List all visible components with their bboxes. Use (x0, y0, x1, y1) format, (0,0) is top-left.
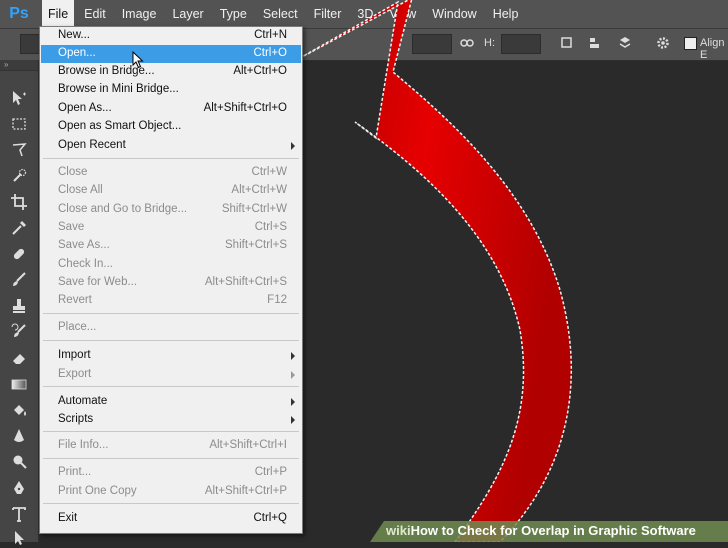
menu-item-save-as[interactable]: Save As... Shift+Ctrl+S (41, 237, 301, 255)
width-input[interactable] (412, 34, 452, 54)
move-tool-icon[interactable] (9, 88, 29, 108)
paint-bucket-tool-icon[interactable] (9, 400, 29, 420)
crop-tool-icon[interactable] (9, 192, 29, 212)
menu-filter[interactable]: Filter (306, 0, 350, 28)
history-brush-tool-icon[interactable] (9, 322, 29, 342)
height-input[interactable] (501, 34, 541, 54)
menu-separator (43, 340, 299, 341)
menu-item-open-as-smart-object[interactable]: Open as Smart Object... (41, 118, 301, 136)
tool-preset-picker[interactable] (20, 34, 40, 54)
toolbox-collapse-handle[interactable]: » (0, 60, 38, 71)
type-tool-icon[interactable] (9, 504, 29, 524)
menu-view[interactable]: View (381, 0, 424, 28)
menu-item-print[interactable]: Print... Ctrl+P (41, 464, 301, 482)
blur-tool-icon[interactable] (9, 426, 29, 446)
menu-item-place[interactable]: Place... (41, 319, 301, 337)
menu-item-import[interactable]: Import (41, 347, 301, 365)
link-icon[interactable] (460, 36, 474, 50)
menu-item-print-one-copy[interactable]: Print One Copy Alt+Shift+Ctrl+P (41, 483, 301, 501)
align-edges-label: Align E (700, 37, 725, 61)
eraser-tool-icon[interactable] (9, 348, 29, 368)
menu-item-open[interactable]: Open... Ctrl+O (41, 45, 301, 63)
menu-item-revert[interactable]: Revert F12 (41, 292, 301, 310)
menu-item-open-as[interactable]: Open As... Alt+Shift+Ctrl+O (41, 100, 301, 118)
menu-select[interactable]: Select (255, 0, 306, 28)
menu-separator (43, 458, 299, 459)
path-arrangement-icon[interactable] (618, 36, 632, 50)
menu-separator (43, 158, 299, 159)
menu-separator (43, 313, 299, 314)
menu-separator (43, 386, 299, 387)
path-operations-icon[interactable] (560, 36, 574, 50)
submenu-arrow-icon (291, 352, 295, 360)
height-label: H: (484, 37, 495, 49)
menu-layer[interactable]: Layer (164, 0, 211, 28)
menu-item-file-info[interactable]: File Info... Alt+Shift+Ctrl+I (41, 437, 301, 455)
menu-item-save-for-web[interactable]: Save for Web... Alt+Shift+Ctrl+S (41, 274, 301, 292)
watermark-brand: wiki (386, 523, 411, 538)
menu-item-close[interactable]: Close Ctrl+W (41, 164, 301, 182)
menu-item-close-all[interactable]: Close All Alt+Ctrl+W (41, 182, 301, 200)
menu-bar: Ps File Edit Image Layer Type Select Fil… (0, 0, 728, 29)
marquee-tool-icon[interactable] (9, 114, 29, 134)
menu-item-save[interactable]: Save Ctrl+S (41, 219, 301, 237)
submenu-arrow-icon (291, 398, 295, 406)
file-menu-dropdown: New... Ctrl+N Open... Ctrl+O Browse in Bri… (39, 26, 303, 534)
quick-selection-tool-icon[interactable] (9, 166, 29, 186)
photoshop-logo: Ps (9, 5, 29, 22)
submenu-arrow-icon (291, 371, 295, 379)
healing-brush-tool-icon[interactable] (9, 244, 29, 264)
submenu-arrow-icon (291, 416, 295, 424)
menu-file[interactable]: File (42, 0, 75, 28)
menu-3d[interactable]: 3D (349, 0, 381, 28)
menu-item-scripts[interactable]: Scripts (41, 411, 301, 429)
dodge-tool-icon[interactable] (9, 452, 29, 472)
menu-image[interactable]: Image (114, 0, 165, 28)
menu-edit[interactable]: Edit (76, 0, 114, 28)
menu-separator (43, 431, 299, 432)
menu-separator (43, 503, 299, 504)
menu-help[interactable]: Help (485, 0, 527, 28)
brush-tool-icon[interactable] (9, 270, 29, 290)
gradient-tool-icon[interactable] (9, 374, 29, 394)
menu-item-browse-in-bridge[interactable]: Browse in Bridge... Alt+Ctrl+O (41, 63, 301, 81)
menu-item-new[interactable]: New... Ctrl+N (41, 27, 301, 45)
pen-tool-icon[interactable] (9, 478, 29, 498)
menu-type[interactable]: Type (212, 0, 255, 28)
path-selection-tool-icon[interactable] (9, 528, 29, 548)
menu-window[interactable]: Window (424, 0, 484, 28)
menu-item-open-recent[interactable]: Open Recent (41, 137, 301, 155)
align-edges-checkbox[interactable] (684, 37, 697, 50)
watermark-title: How to Check for Overlap in Graphic Soft… (410, 523, 696, 538)
mouse-pointer-icon (132, 51, 144, 69)
menu-item-browse-in-mini-bridge[interactable]: Browse in Mini Bridge... (41, 81, 301, 99)
path-alignment-icon[interactable] (588, 36, 602, 50)
submenu-arrow-icon (291, 142, 295, 150)
gear-icon[interactable] (656, 36, 670, 50)
menu-item-check-in[interactable]: Check In... (41, 256, 301, 274)
toolbox: » (0, 60, 39, 545)
clone-stamp-tool-icon[interactable] (9, 296, 29, 316)
menu-item-automate[interactable]: Automate (41, 393, 301, 411)
eyedropper-tool-icon[interactable] (9, 218, 29, 238)
menu-item-export[interactable]: Export (41, 366, 301, 384)
menu-item-close-and-go-to-bridge[interactable]: Close and Go to Bridge... Shift+Ctrl+W (41, 201, 301, 219)
watermark-banner: wikiHow to Check for Overlap in Graphic … (370, 521, 728, 542)
lasso-tool-icon[interactable] (9, 140, 29, 160)
menu-item-exit[interactable]: Exit Ctrl+Q (41, 510, 301, 528)
